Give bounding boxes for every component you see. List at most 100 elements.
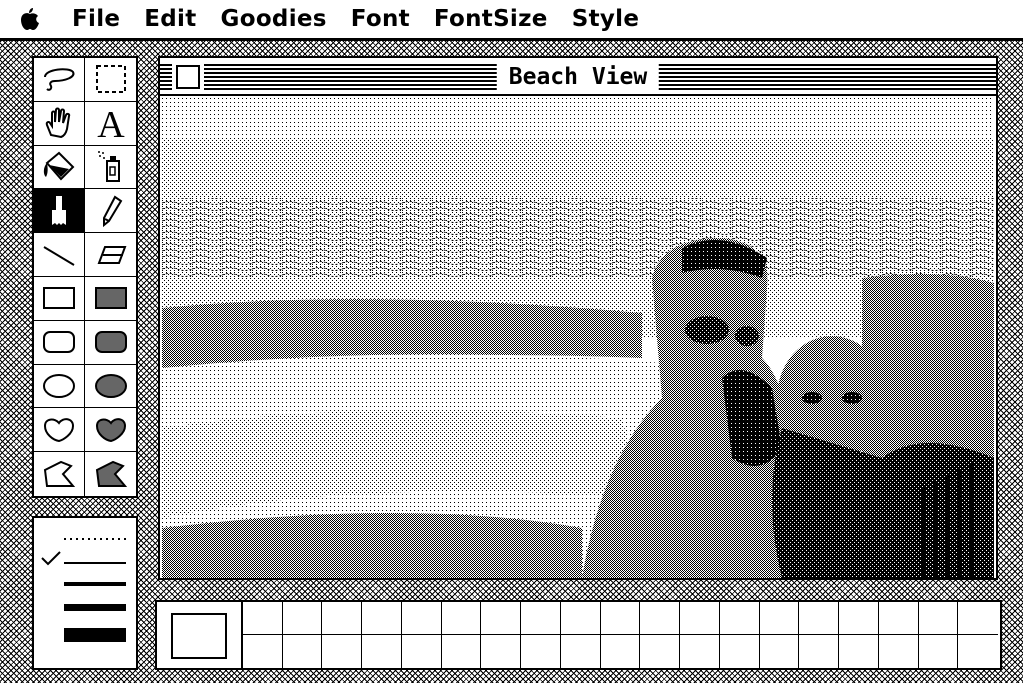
pattern-swatch[interactable]	[600, 602, 641, 635]
pattern-swatch[interactable]	[640, 602, 681, 635]
pattern-swatch[interactable]	[680, 602, 720, 635]
pattern-swatch[interactable]	[243, 635, 283, 668]
pattern-swatch[interactable]	[918, 635, 959, 668]
pattern-swatch[interactable]	[719, 635, 760, 668]
pattern-swatch[interactable]	[878, 602, 919, 635]
polygon-icon	[43, 460, 76, 488]
pattern-swatch[interactable]	[362, 635, 402, 668]
pattern-palette	[155, 600, 1002, 670]
menu-style[interactable]: Style	[560, 0, 652, 38]
pattern-swatch[interactable]	[958, 602, 998, 635]
tool-lasso[interactable]	[34, 58, 85, 102]
pattern-swatch[interactable]	[918, 602, 959, 635]
filled-freeform-icon	[95, 417, 126, 442]
oval-icon	[43, 373, 75, 398]
pattern-swatch-grid	[241, 602, 998, 668]
tool-line[interactable]	[34, 233, 85, 277]
pattern-swatch[interactable]	[839, 635, 879, 668]
document-window: Beach View	[158, 56, 998, 580]
eraser-icon	[97, 245, 126, 264]
tool-rounded-rectangle[interactable]	[34, 320, 85, 365]
menu-fontsize[interactable]: FontSize	[422, 0, 560, 38]
tool-filled-polygon[interactable]	[85, 452, 136, 496]
svg-text:A: A	[97, 105, 125, 141]
tool-marquee[interactable]	[85, 58, 136, 102]
line-width-4[interactable]	[64, 604, 126, 611]
apple-icon	[21, 8, 39, 30]
painting-canvas[interactable]	[162, 98, 994, 578]
paintbrush-icon	[52, 195, 66, 225]
pattern-swatch[interactable]	[401, 602, 442, 635]
tool-spray-can[interactable]	[85, 145, 136, 190]
checkmark-icon	[41, 551, 61, 566]
menu-file[interactable]: File	[60, 0, 132, 38]
window-title-bar[interactable]: Beach View	[160, 58, 996, 96]
pattern-swatch[interactable]	[680, 635, 720, 668]
pattern-swatch[interactable]	[560, 635, 601, 668]
line-width-8[interactable]	[64, 628, 126, 642]
tool-freeform[interactable]	[34, 408, 85, 453]
apple-menu[interactable]	[0, 0, 60, 38]
tool-filled-rectangle[interactable]	[85, 276, 136, 321]
text-icon: A	[97, 105, 125, 141]
close-box[interactable]	[172, 61, 204, 93]
beach-photo	[162, 98, 994, 578]
pattern-swatch[interactable]	[839, 602, 879, 635]
pattern-swatch[interactable]	[878, 635, 919, 668]
pattern-swatch[interactable]	[521, 602, 561, 635]
spray-can-icon	[97, 150, 120, 182]
pattern-swatch[interactable]	[799, 602, 840, 635]
tool-text[interactable]: A	[85, 101, 136, 146]
line-width-palette	[32, 516, 138, 670]
tool-polygon[interactable]	[34, 452, 85, 496]
filled-oval-icon	[94, 373, 127, 398]
pattern-swatch[interactable]	[958, 635, 998, 668]
window-title: Beach View	[496, 62, 660, 92]
tool-paint-bucket[interactable]	[34, 145, 85, 190]
pattern-swatch[interactable]	[322, 602, 363, 635]
menu-bar: File Edit Goodies Font FontSize Style	[0, 0, 1023, 38]
pencil-icon	[102, 195, 122, 227]
tool-oval[interactable]	[34, 364, 85, 409]
tool-pencil[interactable]	[85, 189, 136, 234]
line-width-1[interactable]	[64, 562, 126, 564]
pattern-swatch[interactable]	[521, 635, 561, 668]
tool-grabber[interactable]	[34, 101, 85, 146]
pattern-swatch[interactable]	[560, 602, 601, 635]
rounded-rectangle-icon	[43, 331, 75, 354]
tool-palette: A	[32, 56, 138, 498]
tool-filled-rounded-rectangle[interactable]	[85, 320, 136, 365]
tool-paintbrush[interactable]	[34, 189, 85, 234]
tool-rectangle[interactable]	[34, 276, 85, 321]
tool-eraser[interactable]	[85, 233, 136, 277]
tool-filled-oval[interactable]	[85, 364, 136, 409]
pattern-swatch[interactable]	[243, 602, 283, 635]
pattern-swatch[interactable]	[362, 602, 402, 635]
tool-filled-freeform[interactable]	[85, 408, 136, 453]
line-icon	[43, 245, 75, 266]
pattern-swatch[interactable]	[401, 635, 442, 668]
pattern-swatch[interactable]	[481, 635, 522, 668]
rectangle-icon	[43, 287, 75, 310]
pattern-swatch[interactable]	[759, 602, 800, 635]
menu-font[interactable]: Font	[339, 0, 422, 38]
pattern-swatch[interactable]	[600, 635, 641, 668]
current-pattern-swatch	[171, 613, 227, 659]
line-width-dotted[interactable]	[64, 538, 126, 540]
pattern-swatch[interactable]	[481, 602, 522, 635]
pattern-swatch[interactable]	[441, 602, 482, 635]
pattern-swatch[interactable]	[441, 635, 482, 668]
paint-bucket-icon	[43, 151, 75, 181]
line-width-2[interactable]	[64, 582, 126, 586]
menu-goodies[interactable]: Goodies	[209, 0, 339, 38]
filled-polygon-icon	[95, 460, 127, 488]
pattern-swatch[interactable]	[799, 635, 840, 668]
pattern-swatch[interactable]	[322, 635, 363, 668]
pattern-swatch[interactable]	[282, 635, 323, 668]
menu-edit[interactable]: Edit	[132, 0, 208, 38]
pattern-swatch[interactable]	[759, 635, 800, 668]
filled-rounded-rectangle-icon	[94, 331, 127, 354]
pattern-swatch[interactable]	[719, 602, 760, 635]
pattern-swatch[interactable]	[640, 635, 681, 668]
pattern-swatch[interactable]	[282, 602, 323, 635]
